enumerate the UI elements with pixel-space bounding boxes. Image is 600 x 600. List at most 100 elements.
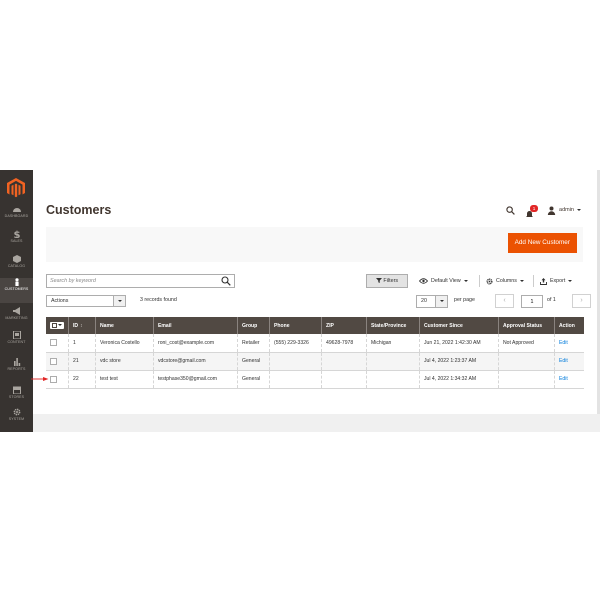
mass-select-checkbox[interactable]: [50, 321, 64, 329]
sidebar-item-dashboard[interactable]: DASHBOARD: [0, 205, 33, 230]
next-page-button[interactable]: ›: [572, 294, 591, 308]
toolbar-divider: [479, 275, 480, 287]
filters-button[interactable]: Filters: [366, 274, 408, 288]
column-header-zip[interactable]: ZIP: [321, 317, 367, 334]
mass-actions-toggle[interactable]: [113, 296, 125, 306]
page-actions-bar: Add New Customer: [46, 227, 583, 262]
keyword-search: [46, 274, 235, 288]
sidebar-item-system[interactable]: SYSTEM: [0, 408, 33, 433]
add-new-customer-button[interactable]: Add New Customer: [507, 233, 577, 253]
page-number-input[interactable]: [521, 295, 543, 308]
column-header-email[interactable]: Email: [153, 317, 238, 334]
cell-email: vdcstore@gmail.com: [153, 352, 238, 371]
main-content: Customers 1 admin Add New Customer Filte…: [33, 170, 600, 432]
cube-icon: [12, 255, 21, 263]
cell-group: General: [237, 370, 270, 389]
chevron-right-icon: ›: [580, 297, 583, 304]
previous-page-button[interactable]: ‹: [495, 294, 514, 308]
chevron-down-icon: [568, 280, 573, 282]
sidebar-item-label: CATALOG: [7, 264, 26, 268]
row-checkbox[interactable]: [50, 375, 57, 383]
megaphone-icon: [12, 307, 20, 315]
cell-action: Edit: [554, 352, 584, 371]
column-header-action: Action: [554, 317, 584, 334]
edit-link[interactable]: Edit: [559, 376, 568, 382]
screenshot-frame: DASHBOARD $ SALES CATALOG CUSTOMERS MARK…: [0, 0, 600, 600]
per-page-toggle[interactable]: [435, 296, 447, 307]
svg-text:$: $: [13, 230, 20, 238]
content-icon: [12, 331, 21, 339]
admin-app: DASHBOARD $ SALES CATALOG CUSTOMERS MARK…: [0, 170, 600, 432]
chevron-down-icon: [58, 324, 62, 326]
cell-id: 22: [68, 370, 96, 389]
total-pages-label: of 1: [547, 297, 556, 303]
header-actions: 1 admin: [506, 204, 581, 217]
cell-customer-since: Jun 21, 2022 1:42:30 AM: [419, 334, 499, 353]
sidebar-item-label: MARKETING: [5, 316, 28, 320]
row-select-cell: [46, 370, 69, 389]
search-icon[interactable]: [506, 205, 515, 215]
column-header-group[interactable]: Group: [237, 317, 270, 334]
columns-label: Columns: [496, 278, 517, 284]
sidebar-item-content[interactable]: CONTENT: [0, 331, 33, 356]
cell-zip: [321, 352, 367, 371]
cell-email: testphase350@gmail.com: [153, 370, 238, 389]
cell-state: [366, 370, 420, 389]
row-checkbox[interactable]: [50, 357, 57, 365]
cell-state: Michigan: [366, 334, 420, 353]
sidebar-item-sales[interactable]: $ SALES: [0, 230, 33, 255]
mass-select-header[interactable]: [46, 317, 69, 334]
cell-group: General: [237, 352, 270, 371]
cell-id: 21: [68, 352, 96, 371]
admin-user-menu[interactable]: admin: [547, 206, 581, 215]
store-icon: [12, 386, 21, 394]
cell-customer-since: Jul 4, 2022 1:34:32 AM: [419, 370, 499, 389]
chevron-down-icon: [577, 209, 581, 211]
cell-action: Edit: [554, 334, 584, 353]
magento-logo-icon[interactable]: [4, 176, 28, 200]
sidebar-item-customers[interactable]: CUSTOMERS: [0, 278, 33, 303]
cell-action: Edit: [554, 370, 584, 389]
sidebar-item-marketing[interactable]: MARKETING: [0, 307, 33, 332]
sidebar-item-label: CUSTOMERS: [4, 287, 29, 291]
sidebar-item-label: DASHBOARD: [4, 214, 29, 218]
cell-group: Retailer: [237, 334, 270, 353]
table-row[interactable]: 21 vdc store vdcstore@gmail.com General …: [46, 352, 584, 371]
edit-link[interactable]: Edit: [559, 340, 568, 346]
gear-icon: [486, 278, 493, 284]
columns-dropdown[interactable]: Columns: [486, 274, 524, 288]
column-header-state[interactable]: State/Province: [366, 317, 420, 334]
search-icon[interactable]: [221, 276, 231, 286]
customers-grid: ID ↕ Name Email Group Phone ZIP State/Pro…: [46, 317, 584, 389]
mass-actions-select[interactable]: Actions: [46, 295, 126, 307]
column-header-customer-since[interactable]: Customer Since: [419, 317, 499, 334]
table-row[interactable]: 1 Veronica Costello roni_cost@example.co…: [46, 334, 584, 353]
grid-header-row: ID ↕ Name Email Group Phone ZIP State/Pro…: [46, 317, 584, 334]
cell-name: vdc store: [95, 352, 154, 371]
table-row[interactable]: 22 test test testphase350@gmail.com Gene…: [46, 370, 584, 389]
export-dropdown[interactable]: Export: [540, 274, 573, 288]
edit-link[interactable]: Edit: [559, 358, 568, 364]
row-checkbox[interactable]: [50, 339, 57, 347]
column-header-id[interactable]: ID ↕: [68, 317, 96, 334]
column-header-phone[interactable]: Phone: [269, 317, 322, 334]
sidebar-item-catalog[interactable]: CATALOG: [0, 255, 33, 280]
column-header-name[interactable]: Name: [95, 317, 154, 334]
sidebar-item-label: CONTENT: [7, 340, 26, 344]
filters-label: Filters: [383, 278, 399, 284]
search-input[interactable]: [50, 276, 210, 286]
sidebar-item-reports[interactable]: REPORTS: [0, 358, 33, 383]
funnel-icon: [375, 278, 382, 284]
dollar-icon: $: [13, 230, 20, 238]
default-view-dropdown[interactable]: Default View: [419, 274, 468, 288]
cell-customer-since: Jul 4, 2022 1:23:37 AM: [419, 352, 499, 371]
sort-icon: ↕: [80, 322, 83, 329]
row-select-cell: [46, 352, 69, 371]
column-header-approval-status[interactable]: Approval Status: [498, 317, 555, 334]
notifications-button[interactable]: 1: [525, 204, 539, 217]
cell-approval-status: [498, 370, 555, 389]
eye-icon: [419, 278, 428, 284]
per-page-select[interactable]: 20: [416, 295, 448, 308]
cell-zip: 49628-7978: [321, 334, 367, 353]
default-view-label: Default View: [431, 278, 461, 284]
